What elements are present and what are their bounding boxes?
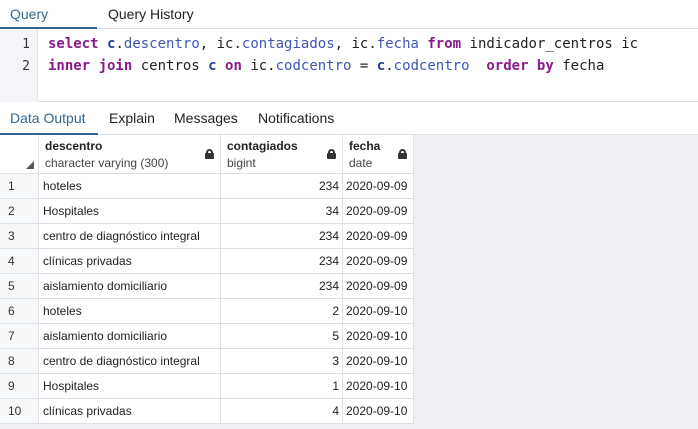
line-number: 2 — [22, 59, 30, 74]
row-number[interactable]: 9 — [0, 374, 39, 399]
cell-contagiados[interactable]: 34 — [221, 199, 343, 224]
output-tab-bar: Data Output Explain Messages Notificatio… — [0, 102, 698, 135]
cell-fecha[interactable]: 2020-09-09 — [343, 274, 414, 299]
cell-fecha[interactable]: 2020-09-09 — [343, 224, 414, 249]
cell-descentro[interactable]: centro de diagnóstico integral — [39, 224, 221, 249]
cell-contagiados[interactable]: 2 — [221, 299, 343, 324]
lock-icon — [327, 149, 336, 159]
cell-fecha[interactable]: 2020-09-10 — [343, 324, 414, 349]
row-number[interactable]: 7 — [0, 324, 39, 349]
column-name: descentro — [45, 139, 103, 153]
row-number[interactable]: 10 — [0, 399, 39, 424]
cell-contagiados[interactable]: 234 — [221, 224, 343, 249]
line-number: 1 — [22, 37, 30, 52]
column-header-fecha[interactable]: fecha date — [343, 135, 414, 174]
sql-editor[interactable]: 1 2 select c.descentro, ic.contagiados, … — [0, 29, 698, 102]
row-number[interactable]: 5 — [0, 274, 39, 299]
cell-contagiados[interactable]: 1 — [221, 374, 343, 399]
column-type: date — [349, 156, 373, 170]
tab-data-output[interactable]: Data Output — [0, 102, 98, 135]
column-type: bigint — [227, 156, 256, 170]
column-name: fecha — [349, 139, 381, 153]
select-all-corner[interactable] — [0, 135, 39, 174]
cell-descentro[interactable]: clínicas privadas — [39, 249, 221, 274]
cell-contagiados[interactable]: 234 — [221, 274, 343, 299]
tab-messages[interactable]: Messages — [164, 102, 246, 135]
cell-contagiados[interactable]: 234 — [221, 174, 343, 199]
cell-fecha[interactable]: 2020-09-09 — [343, 174, 414, 199]
cell-descentro[interactable]: clínicas privadas — [39, 399, 221, 424]
code-line-2[interactable]: inner join centros c on ic.codcentro = c… — [48, 58, 604, 74]
column-header-contagiados[interactable]: contagiados bigint — [221, 135, 343, 174]
cell-descentro[interactable]: hoteles — [39, 299, 221, 324]
cell-contagiados[interactable]: 3 — [221, 349, 343, 374]
tab-query-editor[interactable]: Query Editor — [0, 0, 97, 51]
row-number[interactable]: 3 — [0, 224, 39, 249]
cell-contagiados[interactable]: 234 — [221, 249, 343, 274]
column-name: contagiados — [227, 139, 298, 153]
cell-fecha[interactable]: 2020-09-10 — [343, 349, 414, 374]
editor-tab-bar: Query Editor Query History — [0, 0, 698, 51]
cell-descentro[interactable]: Hospitales — [39, 199, 221, 224]
row-number[interactable]: 8 — [0, 349, 39, 374]
cell-descentro[interactable]: hoteles — [39, 174, 221, 199]
cell-descentro[interactable]: aislamiento domiciliario — [39, 324, 221, 349]
column-type: character varying (300) — [45, 156, 169, 170]
tab-notifications[interactable]: Notifications — [248, 102, 348, 135]
row-number[interactable]: 4 — [0, 249, 39, 274]
row-number[interactable]: 2 — [0, 199, 39, 224]
cell-fecha[interactable]: 2020-09-10 — [343, 374, 414, 399]
tab-query-history[interactable]: Query History — [98, 0, 208, 29]
cell-descentro[interactable]: centro de diagnóstico integral — [39, 349, 221, 374]
lock-icon — [398, 149, 407, 159]
code-line-1[interactable]: select c.descentro, ic.contagiados, ic.f… — [48, 36, 638, 52]
cell-descentro[interactable]: Hospitales — [39, 374, 221, 399]
line-number-gutter: 1 2 — [0, 29, 38, 102]
lock-icon — [205, 149, 214, 159]
cell-fecha[interactable]: 2020-09-10 — [343, 399, 414, 424]
column-header-descentro[interactable]: descentro character varying (300) — [39, 135, 221, 174]
cell-descentro[interactable]: aislamiento domiciliario — [39, 274, 221, 299]
corner-triangle-icon — [26, 161, 34, 169]
cell-fecha[interactable]: 2020-09-09 — [343, 199, 414, 224]
data-output-grid: descentro character varying (300) contag… — [0, 135, 698, 429]
cell-fecha[interactable]: 2020-09-09 — [343, 249, 414, 274]
cell-contagiados[interactable]: 4 — [221, 399, 343, 424]
row-number[interactable]: 6 — [0, 299, 39, 324]
cell-fecha[interactable]: 2020-09-10 — [343, 299, 414, 324]
row-number[interactable]: 1 — [0, 174, 39, 199]
cell-contagiados[interactable]: 5 — [221, 324, 343, 349]
tab-explain[interactable]: Explain — [99, 102, 163, 135]
